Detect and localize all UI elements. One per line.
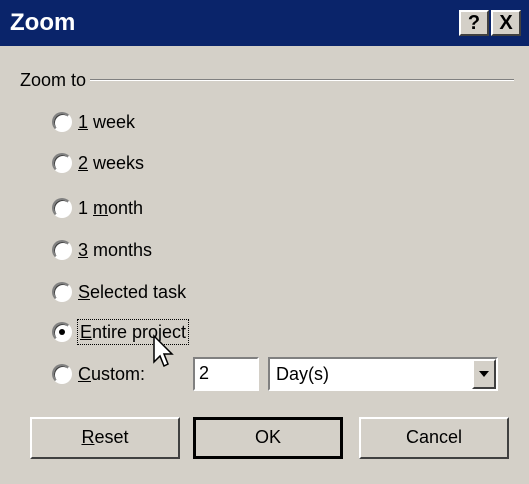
radio-row-custom[interactable]: Custom: (52, 360, 145, 388)
radio-row-2-weeks[interactable]: 2 weeks (52, 149, 144, 177)
radio-label-custom[interactable]: Custom: (78, 362, 145, 386)
group-label-zoom-to: Zoom to (20, 68, 91, 92)
ok-button[interactable]: OK (193, 417, 343, 459)
radio-row-3-months[interactable]: 3 months (52, 236, 152, 264)
chevron-down-icon[interactable] (472, 359, 496, 389)
radio-3-months[interactable] (52, 240, 72, 260)
help-button[interactable]: ? (459, 10, 489, 36)
radio-row-1-week[interactable]: 1 week (52, 108, 135, 136)
window-title: Zoom (10, 9, 76, 36)
radio-label-1-week[interactable]: 1 week (78, 110, 135, 134)
custom-amount-input[interactable]: 2 (193, 357, 259, 391)
radio-row-1-month[interactable]: 1 month (52, 194, 143, 222)
custom-unit-select[interactable]: Day(s) (268, 357, 498, 391)
close-button[interactable]: X (491, 10, 521, 36)
radio-custom[interactable] (52, 364, 72, 384)
mouse-pointer-icon (153, 334, 174, 368)
reset-button[interactable]: Reset (30, 417, 180, 459)
radio-selected-task[interactable] (52, 282, 72, 302)
radio-2-weeks[interactable] (52, 153, 72, 173)
cancel-button[interactable]: Cancel (359, 417, 509, 459)
radio-entire-project[interactable] (52, 322, 72, 342)
title-bar[interactable]: Zoom ? X (0, 0, 529, 46)
zoom-dialog: Zoom ? X Zoom to 1 week 2 weeks 1 month … (0, 0, 529, 484)
radio-label-2-weeks[interactable]: 2 weeks (78, 151, 144, 175)
custom-unit-value: Day(s) (276, 364, 329, 384)
radio-1-week[interactable] (52, 112, 72, 132)
radio-row-selected-task[interactable]: Selected task (52, 278, 186, 306)
radio-label-3-months[interactable]: 3 months (78, 238, 152, 262)
radio-label-1-month[interactable]: 1 month (78, 196, 143, 220)
group-divider (20, 79, 514, 81)
radio-1-month[interactable] (52, 198, 72, 218)
radio-label-selected-task[interactable]: Selected task (78, 280, 186, 304)
